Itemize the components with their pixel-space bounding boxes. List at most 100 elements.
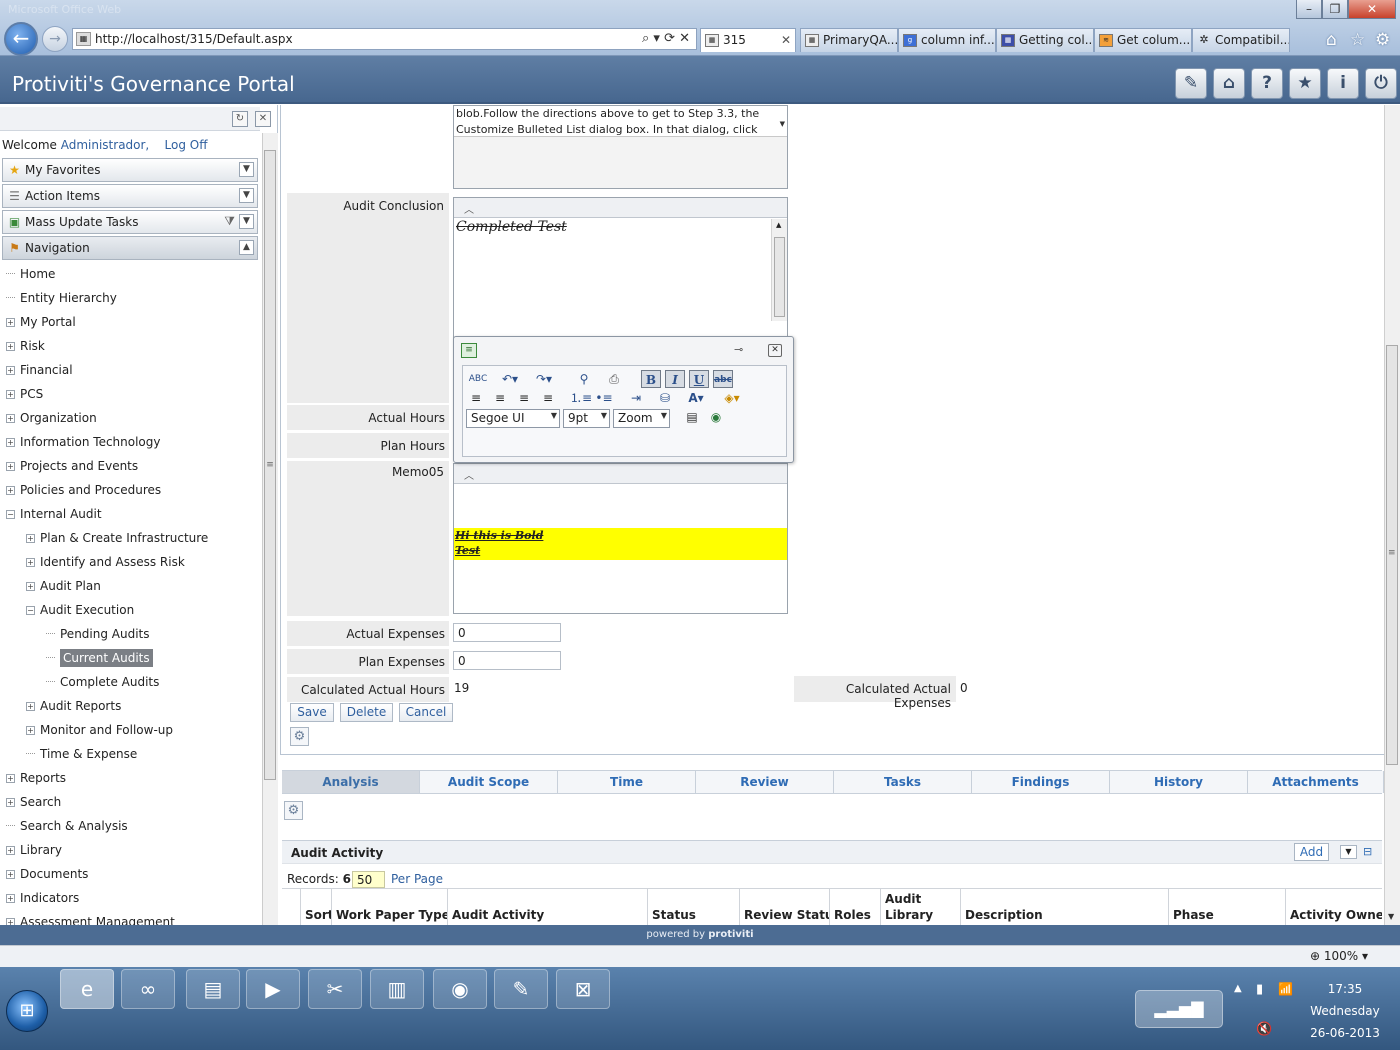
add-activity-button[interactable]: Add <box>1294 843 1329 861</box>
column-header-review-status[interactable]: Review Status <box>739 889 829 925</box>
tab-history[interactable]: History <box>1110 771 1248 793</box>
expand-icon[interactable]: + <box>26 558 35 567</box>
power-icon[interactable]: ⏻ <box>1365 68 1397 99</box>
align-right-icon[interactable]: ≡ <box>514 389 534 407</box>
actual-expenses-input[interactable]: 0 <box>453 623 561 642</box>
justify-icon[interactable]: ≡ <box>538 389 558 407</box>
signal-icon[interactable]: ▂▃▅▇ <box>1135 990 1223 1028</box>
expand-icon[interactable]: + <box>26 534 35 543</box>
info-icon[interactable]: i <box>1327 68 1359 99</box>
format-toolbar-popup[interactable]: ≡ ⊸ ✕ ABC ↶▾ ↷▾ ⚲ ⎙ B I U abc ≡ ≡ ≡ ≡ ⒈≡… <box>453 336 794 463</box>
column-header-sort[interactable]: Sort <box>300 889 331 925</box>
start-button-icon[interactable]: ⊞ <box>6 990 48 1032</box>
tab-review[interactable]: Review <box>696 771 834 793</box>
refresh-icon[interactable]: ↻ <box>232 111 248 127</box>
undo-icon[interactable]: ↶▾ <box>500 370 520 388</box>
close-window-button[interactable]: ✕ <box>1348 0 1396 19</box>
back-icon[interactable]: ← <box>4 22 38 56</box>
column-header-audit-library[interactable]: Audit Library <box>880 889 960 925</box>
column-header-phase[interactable]: Phase <box>1168 889 1285 925</box>
favorites-icon[interactable]: ★ <box>1289 68 1321 99</box>
tree-item[interactable]: − Audit Execution <box>26 603 134 621</box>
home-icon[interactable]: ⌂ <box>1213 68 1245 99</box>
minimize-button[interactable]: – <box>1296 0 1322 19</box>
tools-icon[interactable]: ✂ <box>308 969 362 1009</box>
source-view-icon[interactable]: ▤ <box>682 408 702 426</box>
tray-arrow-icon[interactable]: ▲ <box>1234 983 1242 994</box>
chevron-down-icon[interactable]: ▼ <box>239 162 254 177</box>
tree-item[interactable]: Entity Hierarchy <box>6 291 117 309</box>
accordion-action-items[interactable]: ☰ Action Items ▼ <box>2 184 258 208</box>
media-player-icon[interactable]: ▶ <box>246 969 300 1009</box>
column-header-status[interactable]: Status <box>647 889 739 925</box>
accordion-navigation[interactable]: ⚑ Navigation ▲ <box>2 236 258 260</box>
collapse-icon[interactable]: − <box>6 510 15 519</box>
column-header-roles[interactable]: Roles <box>829 889 880 925</box>
tree-item[interactable]: + Library <box>6 843 62 861</box>
hyperlink-icon[interactable]: ◉ <box>706 408 726 426</box>
tree-item[interactable]: Current Audits <box>46 649 153 669</box>
expand-icon[interactable]: + <box>6 846 15 855</box>
tab-audit-scope[interactable]: Audit Scope <box>420 771 558 793</box>
expand-icon[interactable]: + <box>6 774 15 783</box>
tree-item[interactable]: + Indicators <box>6 891 79 909</box>
cancel-button[interactable]: Cancel <box>399 703 453 722</box>
tree-item[interactable]: + Monitor and Follow-up <box>26 723 173 741</box>
settings-gear-icon[interactable]: ⚙ <box>1375 30 1390 50</box>
highlight-icon[interactable]: ◈▾ <box>722 389 742 407</box>
font-size-select[interactable]: 9pt ▼ <box>563 409 610 428</box>
chevron-up-icon[interactable]: ▲ <box>239 240 254 255</box>
expand-icon[interactable]: + <box>6 390 15 399</box>
browser-tab[interactable]: ▦ PrimaryQA... <box>800 28 898 52</box>
column-header-work-paper-type[interactable]: Work Paper Type <box>331 889 447 925</box>
tree-item[interactable]: + Risk <box>6 339 45 357</box>
help-icon[interactable]: ? <box>1251 68 1283 99</box>
accordion-mass-update-tasks[interactable]: ▣ Mass Update Tasks ⧩ ▼ <box>2 210 258 234</box>
visual-studio-icon[interactable]: ∞ <box>121 969 175 1009</box>
tree-item[interactable]: + Policies and Procedures <box>6 483 161 501</box>
delete-button[interactable]: Delete <box>340 703 393 722</box>
memo-editor-top[interactable]: blob.Follow the directions above to get … <box>453 105 788 189</box>
bold-button[interactable]: B <box>641 370 661 388</box>
expand-icon[interactable]: + <box>6 462 15 471</box>
network-icon[interactable]: 📶 <box>1278 982 1293 996</box>
ie-icon[interactable]: e <box>60 969 114 1009</box>
close-panel-icon[interactable]: ✕ <box>255 111 271 127</box>
chevron-down-icon[interactable]: ▼ <box>239 188 254 203</box>
tree-item[interactable]: + Reports <box>6 771 66 789</box>
editor-collapse-bar[interactable]: ︿ <box>454 198 787 218</box>
pin-icon[interactable]: ⊸ <box>734 343 743 356</box>
numbered-list-icon[interactable]: ⒈≡ <box>570 389 592 407</box>
align-center-icon[interactable]: ≡ <box>490 389 510 407</box>
print-icon[interactable]: ⎙ <box>604 370 624 388</box>
tab-close-icon[interactable]: ✕ <box>781 33 791 47</box>
tree-item[interactable]: + My Portal <box>6 315 76 333</box>
browser-tab[interactable]: ▦ Getting col... <box>996 28 1094 52</box>
document-icon[interactable]: ▥ <box>370 969 424 1009</box>
plan-expenses-input[interactable]: 0 <box>453 651 561 670</box>
tree-item[interactable]: Pending Audits <box>46 627 150 645</box>
zoom-select[interactable]: Zoom ▼ <box>613 409 670 428</box>
paint-bucket-icon[interactable]: ⛁ <box>655 389 675 407</box>
notepad-icon[interactable]: ✎ <box>494 969 548 1009</box>
tree-item[interactable]: Time & Expense <box>26 747 137 765</box>
log-off-link[interactable]: Log Off <box>165 138 208 152</box>
tab-analysis[interactable]: Analysis <box>282 771 420 793</box>
tree-item[interactable]: + Audit Plan <box>26 579 101 597</box>
expand-icon[interactable]: + <box>6 486 15 495</box>
save-button[interactable]: Save <box>290 703 334 722</box>
audit-conclusion-editor[interactable]: ︿ Completed Test ▲ <box>453 197 788 340</box>
tab-attachments[interactable]: Attachments <box>1248 771 1384 793</box>
maximize-button[interactable]: ❐ <box>1322 0 1348 19</box>
bullet-list-icon[interactable]: •≡ <box>594 389 614 407</box>
battery-icon[interactable]: ▮ <box>1256 982 1263 997</box>
indent-icon[interactable]: ⇥ <box>626 389 646 407</box>
expand-icon[interactable]: + <box>6 342 15 351</box>
forward-icon[interactable]: → <box>42 26 68 52</box>
tree-item[interactable]: + Projects and Events <box>6 459 138 477</box>
address-tools[interactable]: ⌕ ▾ ⟳ ✕ <box>642 31 690 46</box>
dropdown-icon[interactable]: ▼ <box>1340 845 1357 859</box>
redo-icon[interactable]: ↷▾ <box>534 370 554 388</box>
plugin-icon[interactable]: ✎ <box>1175 68 1207 99</box>
column-header-description[interactable]: Description <box>960 889 1168 925</box>
